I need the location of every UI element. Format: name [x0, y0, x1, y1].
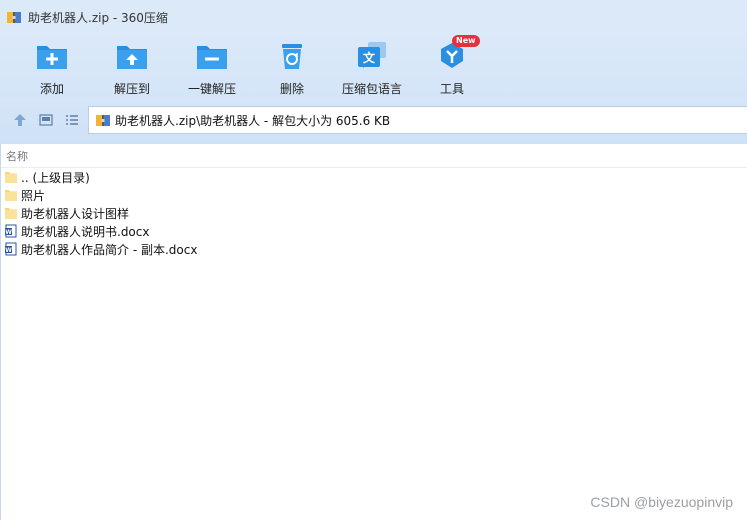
list-item-file[interactable]: W 助老机器人作品简介 - 副本.docx — [0, 240, 747, 258]
one-click-extract-button[interactable]: 一键解压 — [172, 38, 252, 96]
archive-language-button[interactable]: 文 压缩包语言 — [332, 38, 412, 96]
extract-to-label: 解压到 — [113, 82, 150, 96]
new-badge: New — [452, 35, 480, 47]
watermark-text: CSDN @biyezuopinvip — [590, 494, 733, 510]
file-list: .. (上级目录) 照片 助老机器人设计图样 W 助老机器人说明书.docx W… — [0, 168, 747, 258]
toolbar: 添加 解压到 一键解压 删除 文 压缩包语言 New 工具 — [0, 34, 747, 98]
archive-icon — [95, 112, 111, 128]
svg-text:W: W — [5, 247, 12, 254]
svg-text:文: 文 — [363, 50, 376, 65]
list-item-folder[interactable]: 助老机器人设计图样 — [0, 204, 747, 222]
path-field[interactable]: 助老机器人.zip\助老机器人 - 解包大小为 605.6 KB — [88, 106, 747, 134]
file-name: 助老机器人说明书.docx — [21, 224, 150, 239]
file-name: 照片 — [21, 188, 46, 203]
word-document-icon: W — [4, 224, 18, 238]
add-folder-icon — [34, 38, 70, 74]
thumbnail-view-icon[interactable] — [38, 112, 54, 128]
extract-to-icon — [114, 38, 150, 74]
archive-app-icon — [6, 9, 22, 25]
recycle-bin-icon — [274, 38, 310, 74]
list-item-folder[interactable]: 照片 — [0, 186, 747, 204]
window-title: 助老机器人.zip - 360压缩 — [28, 10, 168, 25]
one-click-extract-label: 一键解压 — [187, 82, 236, 96]
name-column-label: 名称 — [6, 149, 28, 163]
extract-to-button[interactable]: 解压到 — [92, 38, 172, 96]
delete-label: 删除 — [279, 82, 304, 96]
list-view-icon[interactable] — [64, 112, 80, 128]
file-name: 助老机器人设计图样 — [21, 206, 130, 221]
name-column-header[interactable]: 名称 — [0, 144, 747, 168]
language-icon: 文 — [354, 38, 390, 74]
folder-icon — [4, 188, 18, 202]
title-bar: 助老机器人.zip - 360压缩 — [0, 0, 747, 34]
add-button[interactable]: 添加 — [12, 38, 92, 96]
address-bar: 助老机器人.zip\助老机器人 - 解包大小为 605.6 KB — [0, 98, 747, 144]
list-item-parent-folder[interactable]: .. (上级目录) — [0, 168, 747, 186]
folder-icon — [4, 170, 18, 184]
folder-icon — [4, 206, 18, 220]
list-item-file[interactable]: W 助老机器人说明书.docx — [0, 222, 747, 240]
add-label: 添加 — [39, 82, 64, 96]
tools-label: 工具 — [439, 82, 464, 96]
word-document-icon: W — [4, 242, 18, 256]
file-name: 助老机器人作品简介 - 副本.docx — [21, 242, 198, 257]
tools-icon: New — [434, 35, 480, 74]
archive-language-label: 压缩包语言 — [341, 82, 402, 96]
svg-text:W: W — [5, 229, 12, 236]
file-name: .. (上级目录) — [21, 170, 90, 185]
delete-button[interactable]: 删除 — [252, 38, 332, 96]
up-arrow-icon[interactable] — [12, 112, 28, 128]
path-text: 助老机器人.zip\助老机器人 - 解包大小为 605.6 KB — [115, 113, 391, 128]
tools-button[interactable]: New 工具 — [412, 35, 492, 96]
one-click-extract-icon — [194, 38, 230, 74]
